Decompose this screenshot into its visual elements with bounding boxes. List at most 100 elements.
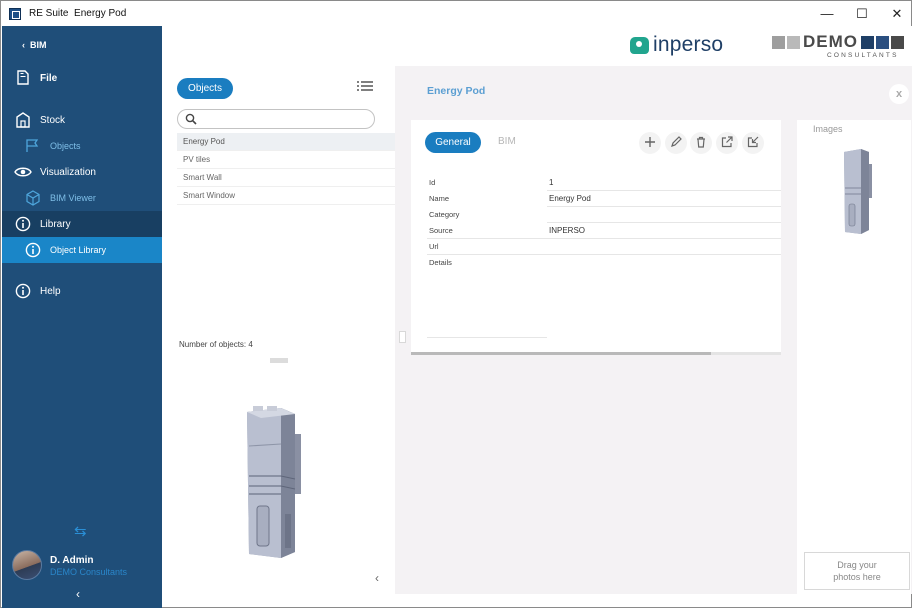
inperso-logo-text: inperso [653, 33, 724, 56]
sidebar-item-object-library[interactable]: Object Library [2, 237, 162, 263]
sidebar-item-visualization[interactable]: Visualization [2, 159, 162, 185]
window-title: RE Suite Energy Pod [29, 8, 126, 19]
demo-logo-text: DEMO [803, 32, 858, 51]
app-icon [9, 7, 21, 20]
plus-icon [644, 136, 656, 150]
tab-bim[interactable]: BIM [498, 136, 516, 147]
objects-button[interactable]: Objects [177, 78, 233, 99]
energy-pod-3d-preview[interactable] [241, 406, 313, 562]
add-button[interactable] [639, 132, 661, 154]
sidebar-item-objects[interactable]: Objects [2, 133, 162, 159]
flag-icon [24, 137, 42, 155]
field-value[interactable]: 1 [549, 178, 553, 187]
avatar [12, 550, 42, 580]
edit-button[interactable] [665, 132, 687, 154]
field-label: Id [429, 178, 436, 187]
field-label: Category [429, 210, 460, 219]
inperso-logo: inperso [630, 33, 723, 57]
app-name: RE Suite [29, 8, 69, 19]
chevron-left-icon: ‹ [76, 587, 80, 601]
info-icon [14, 282, 32, 300]
delete-button[interactable] [690, 132, 712, 154]
user-organization: DEMO Consultants [50, 567, 128, 577]
logo-square-icon [876, 35, 889, 49]
tab-general[interactable]: General [425, 132, 481, 153]
list-item[interactable]: Energy Pod [177, 133, 395, 151]
field-row-name: Name Energy Pod [427, 191, 781, 207]
detail-title: Energy Pod [427, 85, 486, 97]
energy-pod-thumbnail[interactable] [841, 148, 877, 236]
user-name: D. Admin [50, 555, 94, 566]
import-button[interactable] [742, 132, 764, 154]
demo-consultants-logo: DEMO CONSULTANTS [772, 32, 906, 59]
field-value[interactable]: Energy Pod [549, 194, 591, 203]
list-view-icon[interactable] [357, 81, 373, 93]
drop-zone-text: Drag your photos here [833, 559, 881, 583]
panel-splitter [395, 66, 411, 594]
list-item[interactable]: Smart Wall [177, 169, 395, 187]
list-item[interactable]: PV tiles [177, 151, 395, 169]
drop-zone-line: photos here [833, 572, 881, 582]
sidebar-item-label: Objects [50, 141, 81, 151]
logo-square-icon [861, 35, 874, 49]
minimize-button[interactable]: — [809, 1, 845, 26]
collapse-panel-button[interactable]: ‹ [375, 571, 379, 585]
images-label: Images [813, 124, 843, 134]
sidebar-item-label: Library [40, 218, 71, 230]
field-label: Source [429, 226, 453, 235]
field-label: Details [429, 258, 452, 267]
trash-icon [695, 136, 707, 150]
resize-handle[interactable] [270, 358, 288, 363]
inperso-mark-icon [630, 36, 649, 54]
user-profile[interactable]: D. Admin DEMO Consultants [12, 548, 162, 584]
sidebar-item-file[interactable]: File [2, 65, 162, 91]
header-bar: inperso DEMO CONSULTANTS [162, 26, 912, 66]
field-label: Name [429, 194, 450, 203]
field-row-url: Url [427, 239, 781, 255]
field-row-source: Source INPERSO [427, 223, 781, 239]
sidebar-item-help[interactable]: Help [2, 278, 162, 304]
close-window-button[interactable]: ✕ [879, 1, 912, 26]
field-row-category: Category [427, 207, 781, 223]
info-icon [14, 215, 32, 233]
eye-icon [14, 163, 32, 181]
back-button[interactable]: ‹ BIM [22, 40, 47, 50]
pencil-icon [670, 136, 682, 150]
images-panel: Images Drag your photos here [797, 120, 911, 594]
search-input[interactable] [177, 109, 375, 129]
logo-square-icon [787, 35, 800, 49]
scrollbar-thumb[interactable] [411, 352, 711, 355]
list-item[interactable]: Smart Window [177, 187, 395, 205]
swap-icon[interactable]: ⇆ [74, 522, 87, 540]
sidebar-item-label: Object Library [50, 245, 107, 255]
logo-square-icon [772, 35, 785, 49]
info-icon [24, 241, 42, 259]
row-divider [427, 337, 547, 338]
objects-list: Energy Pod PV tiles Smart Wall Smart Win… [177, 133, 395, 205]
close-icon: x [895, 88, 903, 100]
field-row-details: Details [427, 255, 781, 271]
sidebar: ‹ BIM File Stock Objects Visualization B… [2, 26, 162, 608]
chevron-left-icon: ‹ [22, 40, 25, 50]
sidebar-item-label: Visualization [40, 166, 96, 178]
collapse-sidebar-button[interactable]: ‹ [76, 587, 80, 601]
maximize-button[interactable]: ☐ [844, 1, 880, 26]
file-icon [14, 69, 32, 87]
sidebar-item-stock[interactable]: Stock [2, 107, 162, 133]
document-name: Energy Pod [74, 8, 127, 19]
close-detail-button[interactable]: x [889, 84, 909, 104]
photo-drop-zone[interactable]: Drag your photos here [804, 552, 910, 590]
export-button[interactable] [716, 132, 738, 154]
app-window: RE Suite Energy Pod — ☐ ✕ ‹ BIM File Sto… [0, 0, 912, 608]
sidebar-item-bim-viewer[interactable]: BIM Viewer [2, 185, 162, 211]
demo-logo-subtitle: CONSULTANTS [827, 52, 899, 59]
sidebar-item-library[interactable]: Library [2, 211, 162, 237]
back-label: BIM [30, 40, 47, 50]
chevron-left-icon: ‹ [375, 571, 379, 585]
horizontal-scrollbar[interactable] [411, 352, 781, 355]
object-count: Number of objects: 4 [179, 340, 253, 349]
cube-icon [24, 189, 42, 207]
title-bar: RE Suite Energy Pod — ☐ ✕ [1, 1, 911, 26]
field-value[interactable]: INPERSO [549, 226, 585, 235]
splitter-handle[interactable] [399, 331, 406, 343]
